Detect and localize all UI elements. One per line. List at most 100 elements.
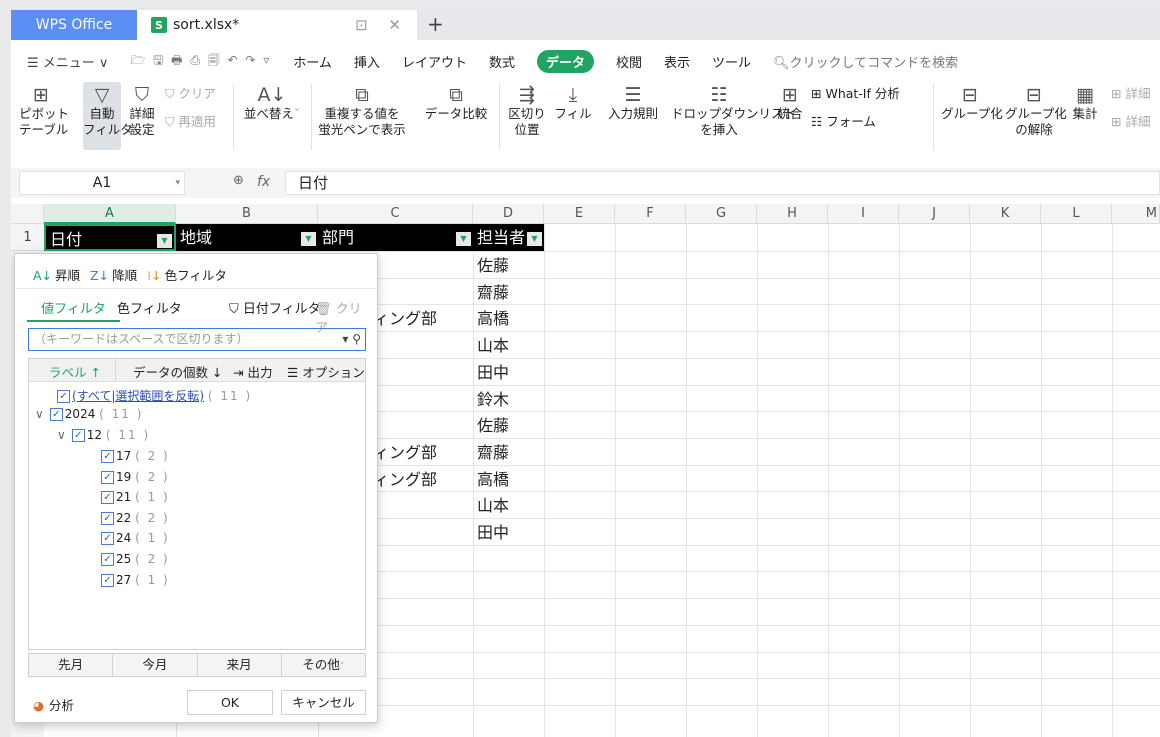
tab-color-filter[interactable]: 色フィルタ xyxy=(117,298,182,317)
tree-item-day[interactable]: ✓ 21 ( 1 ) xyxy=(101,490,170,505)
ungroup-button[interactable]: ⊟ グループ化 の解除 xyxy=(1005,84,1067,138)
checkbox-checked-icon[interactable]: ✓ xyxy=(101,532,114,546)
filter-search-input[interactable]: （キーワードはスペースで区切ります） ▾ ⚲ xyxy=(28,328,366,351)
cell-department[interactable]: ィング部 xyxy=(373,306,437,332)
list-item-all[interactable]: ✓ (すべて|選択範囲を反転) ( 11 ) xyxy=(57,387,252,404)
this-month-button[interactable]: 今月 xyxy=(113,654,198,676)
data-compare-button[interactable]: ⧉ データ比較 xyxy=(421,84,491,122)
tree-item-day[interactable]: ✓ 25 ( 2 ) xyxy=(101,552,170,566)
checkbox-checked-icon[interactable]: ✓ xyxy=(57,390,70,403)
pivot-table-button[interactable]: ⊞ ピボット テーブル xyxy=(19,84,69,138)
column-header-i[interactable]: I xyxy=(828,204,899,224)
header-cell-region[interactable]: 地域 ▼ xyxy=(176,224,318,251)
column-header-c[interactable]: C xyxy=(318,204,473,224)
column-header-j[interactable]: J xyxy=(899,204,970,224)
tree-item-year[interactable]: ∨ ✓ 2024 ( 11 ) xyxy=(35,407,143,421)
search-icon[interactable]: ▾ ⚲ xyxy=(342,329,361,350)
date-filter-button[interactable]: ⛉ 日付フィルタ xyxy=(229,298,321,317)
checkbox-checked-icon[interactable]: ✓ xyxy=(101,573,114,587)
cell-owner[interactable]: 田中 xyxy=(477,360,509,386)
column-header-g[interactable]: G xyxy=(686,204,757,224)
advanced-filter-button[interactable]: ⛉ 詳細 設定 xyxy=(125,84,159,138)
chevron-down-icon[interactable]: ∨ xyxy=(57,428,66,442)
checkbox-checked-icon[interactable]: ✓ xyxy=(49,408,63,421)
options-button[interactable]: ☰ オプション xyxy=(287,362,365,381)
ok-button[interactable]: OK xyxy=(187,690,273,715)
menu-view[interactable]: 表示 xyxy=(664,52,690,71)
cell-department[interactable]: ィング部 xyxy=(373,440,437,466)
row-header-1[interactable]: 1 xyxy=(11,224,44,251)
cell-owner[interactable]: 山本 xyxy=(477,493,509,519)
checkbox-checked-icon[interactable]: ✓ xyxy=(101,470,114,484)
checkbox-checked-icon[interactable]: ✓ xyxy=(101,511,114,525)
clear-filter-button[interactable]: ⛉ クリア xyxy=(165,86,216,102)
export-button[interactable]: ⇥ 出力 xyxy=(233,362,272,381)
highlight-duplicates-button[interactable]: ⧉ 重複する値を 蛍光ペンで表示 xyxy=(317,84,407,138)
zoom-icon[interactable]: ⊕ xyxy=(233,173,244,188)
cell-owner[interactable]: 齋藤 xyxy=(477,440,509,466)
color-sort-button[interactable]: ⁞↓ 色フィルタ xyxy=(147,265,227,284)
menu-home[interactable]: ホーム xyxy=(293,52,332,71)
command-search[interactable]: 🔍︎クリックしてコマンドを検索 xyxy=(773,52,958,71)
insert-dropdown-list-button[interactable]: ☷ ドロップダウンリスト を挿入 xyxy=(671,84,796,138)
checkbox-checked-icon[interactable]: ✓ xyxy=(101,450,114,463)
analysis-button[interactable]: ◕ 分析 xyxy=(33,695,74,714)
menu-tools[interactable]: ツール xyxy=(712,52,751,71)
data-validation-button[interactable]: ☰ 入力規則 xyxy=(597,84,669,122)
cell-owner[interactable]: 齋藤 xyxy=(477,280,509,306)
column-header-e[interactable]: E xyxy=(544,204,615,224)
tree-item-day[interactable]: ✓ 17 ( 2 ) xyxy=(101,449,170,463)
tree-item-month[interactable]: ∨ ✓ 12 ( 11 ) xyxy=(57,428,150,442)
column-header-h[interactable]: H xyxy=(757,204,828,224)
tab-value-filter[interactable]: 値フィルタ xyxy=(27,298,120,322)
menu-layout[interactable]: レイアウト xyxy=(402,52,467,71)
cell-owner[interactable]: 高橋 xyxy=(477,467,509,493)
header-cell-date[interactable]: 日付 ▼ xyxy=(44,224,176,251)
chevron-down-icon[interactable]: ∨ xyxy=(35,407,44,421)
cell-department[interactable]: ィング部 xyxy=(373,467,437,493)
quick-access-icons[interactable]: 🗁 🖫 🖶 ⎙ 🗐 ↶ ↷ ▿ xyxy=(130,51,271,72)
cell-owner[interactable]: 山本 xyxy=(477,333,509,359)
filter-dropdown-button[interactable]: ▼ xyxy=(527,232,542,246)
header-cell-owner[interactable]: 担当者 ▼ xyxy=(473,224,544,251)
cancel-button[interactable]: キャンセル xyxy=(281,690,366,715)
column-header-m[interactable]: M xyxy=(1112,204,1160,224)
checkbox-checked-icon[interactable]: ✓ xyxy=(101,491,114,505)
filter-dropdown-button[interactable]: ▼ xyxy=(157,234,172,248)
tab-wps-office[interactable]: WPS Office xyxy=(11,10,137,40)
formula-input[interactable]: 日付 xyxy=(285,171,1160,195)
what-if-button[interactable]: ⊞ What-If 分析 xyxy=(811,86,900,102)
tab-controls[interactable]: ⊡ ✕ xyxy=(355,16,409,34)
cell-owner[interactable]: 田中 xyxy=(477,520,509,546)
consolidate-button[interactable]: ⊞ 統合 xyxy=(773,84,807,122)
column-header-a[interactable]: A xyxy=(44,204,176,224)
new-tab-button[interactable]: + xyxy=(427,12,444,36)
main-menu-button[interactable]: ☰ メニュー ∨ xyxy=(27,52,108,71)
group-button[interactable]: ⊟ グループ化 xyxy=(941,84,1003,122)
autofilter-button[interactable]: ▽ 自動 フィルタ xyxy=(83,82,133,150)
chevron-down-icon[interactable]: ▾ xyxy=(175,172,180,194)
cell-owner[interactable]: 佐藤 xyxy=(477,253,509,279)
reapply-filter-button[interactable]: ⛉ 再適用 xyxy=(165,114,216,130)
fx-button[interactable]: fx xyxy=(257,174,270,190)
hide-detail-button[interactable]: ⊞ 詳細 xyxy=(1111,114,1150,130)
last-month-button[interactable]: 先月 xyxy=(29,654,114,676)
fill-button[interactable]: ⤓ フィル xyxy=(551,84,595,122)
next-month-button[interactable]: 来月 xyxy=(198,654,282,676)
cell-owner[interactable]: 佐藤 xyxy=(477,413,509,439)
sort-ascending-button[interactable]: A↓ 昇順 xyxy=(33,265,80,284)
filter-dropdown-button[interactable]: ▼ xyxy=(301,232,316,246)
column-header-b[interactable]: B xyxy=(176,204,318,224)
cell-owner[interactable]: 鈴木 xyxy=(477,387,509,413)
subtotal-button[interactable]: ▦ 集計 xyxy=(1067,84,1103,122)
form-button[interactable]: ☷ フォーム xyxy=(811,114,876,130)
filter-dropdown-button[interactable]: ▼ xyxy=(456,232,471,246)
text-to-columns-button[interactable]: ⇶ 区切り 位置 xyxy=(505,84,549,138)
tree-item-day[interactable]: ✓ 27 ( 1 ) xyxy=(101,573,170,587)
sort-count-button[interactable]: データの個数 ↓ xyxy=(133,362,222,381)
checkbox-checked-icon[interactable]: ✓ xyxy=(71,429,85,442)
show-detail-button[interactable]: ⊞ 詳細 xyxy=(1111,86,1150,102)
menu-formula[interactable]: 数式 xyxy=(489,52,515,71)
menu-data[interactable]: データ xyxy=(536,49,594,73)
tab-file[interactable]: S sort.xlsx* ⊡ ✕ xyxy=(137,10,417,40)
